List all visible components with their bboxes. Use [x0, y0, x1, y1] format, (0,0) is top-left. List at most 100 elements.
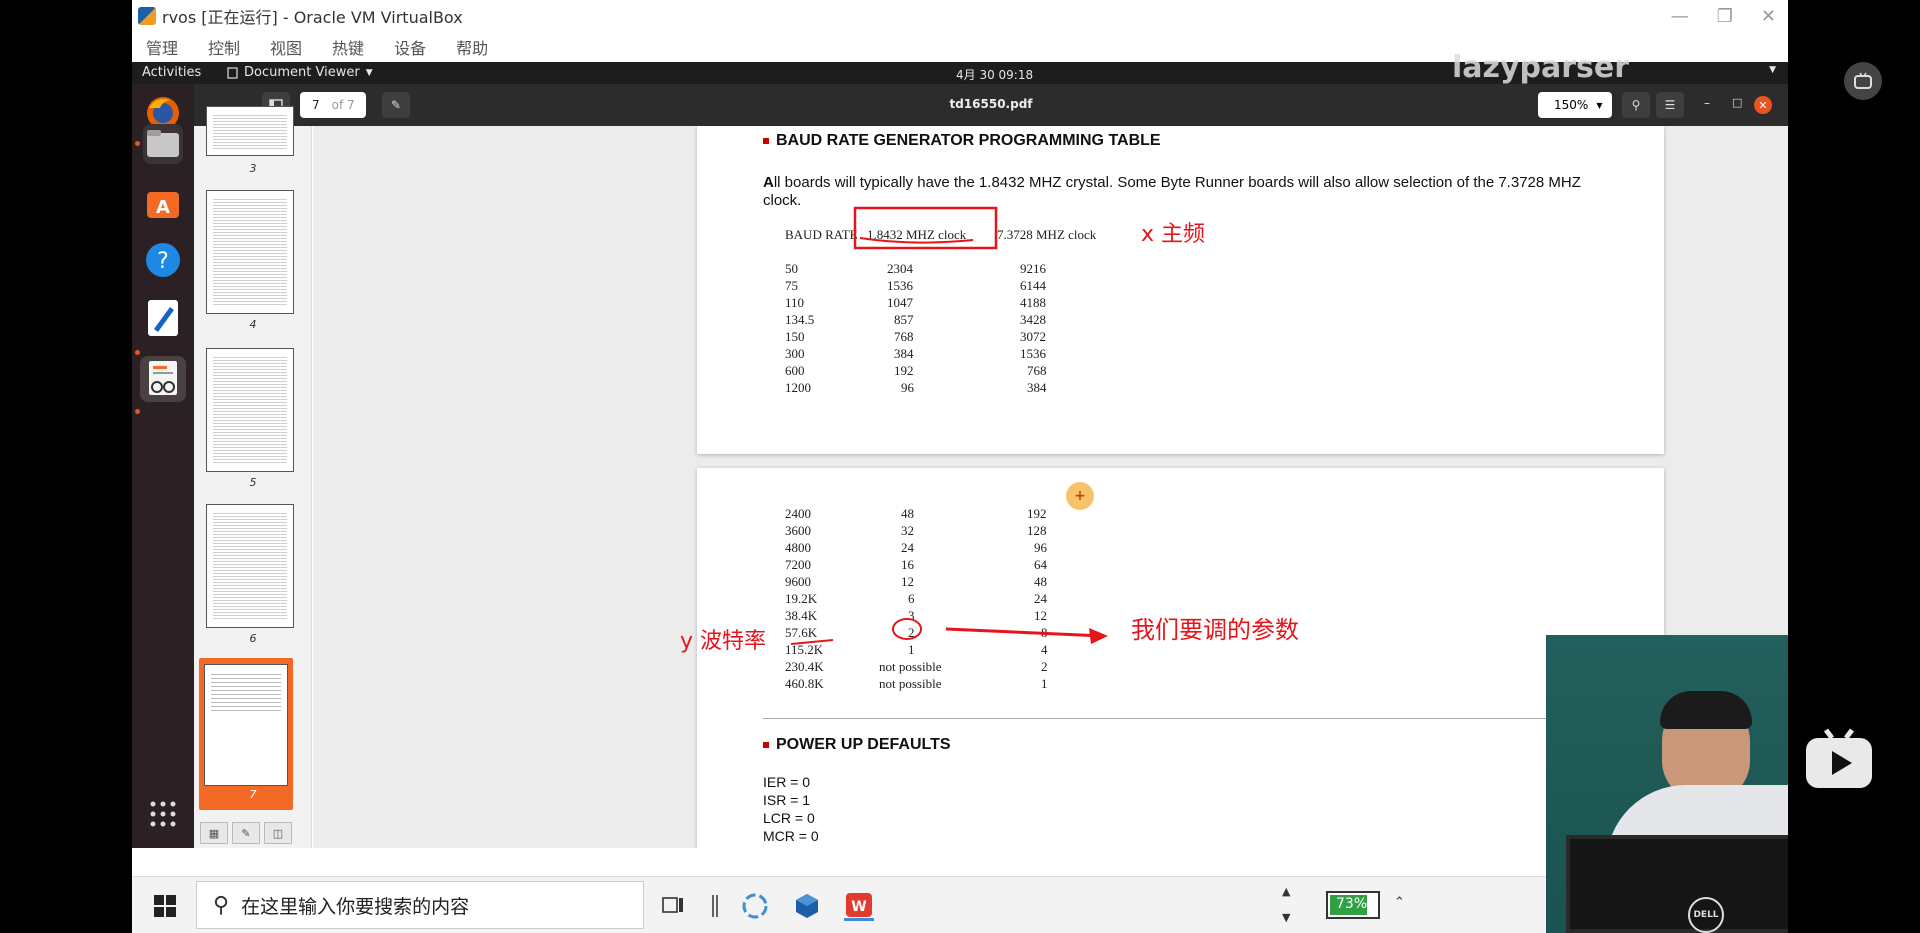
- minimize-icon[interactable]: —: [1671, 6, 1689, 27]
- files-icon[interactable]: [143, 124, 183, 164]
- table-cell: 1047: [887, 295, 913, 310]
- section-heading: BAUD RATE GENERATOR PROGRAMMING TABLE: [763, 132, 1161, 150]
- table-cell: 64: [1034, 557, 1047, 572]
- menu-item-control[interactable]: 控制: [208, 35, 240, 59]
- help-icon[interactable]: ?: [143, 240, 183, 280]
- default-line: LCR = 0: [763, 810, 815, 826]
- paragraph-text: ll boards will typically have the 1.8432…: [763, 174, 1581, 209]
- activities-button[interactable]: Activities: [142, 65, 201, 80]
- bilibili-play-icon[interactable]: [1804, 728, 1874, 790]
- app-menu[interactable]: Document Viewer ▼: [227, 65, 373, 80]
- table-cell: 12: [901, 574, 914, 589]
- wps-taskbar-icon[interactable]: W: [844, 891, 874, 921]
- table-cell: not possible: [879, 676, 942, 691]
- show-applications-icon[interactable]: [143, 794, 183, 834]
- menu-item-devices[interactable]: 设备: [394, 35, 426, 59]
- bullet-square: [763, 742, 769, 748]
- svg-text:W: W: [851, 899, 866, 915]
- document-viewer-dock-icon[interactable]: [140, 356, 186, 402]
- table-cell: 1: [908, 642, 915, 657]
- table-cell: 3072: [1020, 329, 1046, 344]
- menu-item-help[interactable]: 帮助: [456, 35, 488, 59]
- running-indicator: [135, 141, 140, 146]
- vbox-title-bar: rvos [正在运行] - Oracle VM VirtualBox — ❐ ✕: [132, 0, 1788, 32]
- battery-indicator[interactable]: 73%: [1326, 891, 1380, 919]
- window-close-icon[interactable]: ✕: [1754, 96, 1772, 114]
- restore-icon[interactable]: ❐: [1717, 6, 1733, 27]
- search-icon: ⚲: [213, 892, 230, 918]
- table-row: 3600 32 128: [785, 523, 1085, 540]
- bilibili-overlay-button[interactable]: [1844, 62, 1882, 100]
- webcam-video-overlay: DELL: [1546, 635, 1788, 933]
- window-maximize-icon[interactable]: □: [1732, 96, 1742, 109]
- table-cell: 110: [785, 295, 805, 310]
- app-swirl-icon[interactable]: [740, 891, 770, 921]
- section-heading-text: BAUD RATE GENERATOR PROGRAMMING TABLE: [776, 132, 1161, 149]
- page-thumbnail[interactable]: [206, 190, 294, 314]
- scroll-up-icon[interactable]: ▲: [1282, 885, 1290, 898]
- table-cell: 57.6K: [785, 625, 818, 640]
- taskbar-search-box[interactable]: ⚲ 在这里输入你要搜索的内容: [196, 881, 644, 929]
- page-thumbnail[interactable]: [206, 504, 294, 628]
- bullet-square: [763, 138, 769, 144]
- table-header-cell: 7.3728 MHZ clock: [997, 227, 1097, 242]
- table-header-row: BAUD RATE 1.8432 MHZ clock 7.3728 MHZ cl…: [785, 227, 1185, 244]
- table-row: 150 768 3072: [785, 329, 1085, 346]
- annotations-tab-icon[interactable]: ✎: [232, 822, 260, 844]
- table-cell: 12: [1034, 608, 1047, 623]
- table-cell: 48: [1034, 574, 1047, 589]
- text-editor-icon[interactable]: [143, 298, 183, 338]
- thumbnails-tab-icon[interactable]: ▦: [200, 822, 228, 844]
- task-view-icon[interactable]: [658, 891, 688, 921]
- zoom-select[interactable]: 150% ▼: [1538, 92, 1612, 118]
- table-row: 57.6K 2 8: [785, 625, 1085, 642]
- presenter-hair: [1660, 691, 1752, 729]
- search-icon[interactable]: ⚲: [1622, 92, 1650, 118]
- scroll-down-icon[interactable]: ▼: [1282, 911, 1290, 924]
- tray-chevron-icon[interactable]: ⌃: [1394, 895, 1405, 910]
- table-cell: 768: [894, 329, 914, 344]
- zoom-value: 150%: [1554, 98, 1589, 112]
- table-row: 600 192 768: [785, 363, 1085, 380]
- table-cell: 96: [1034, 540, 1047, 555]
- bookmarks-tab-icon[interactable]: ◫: [264, 822, 292, 844]
- hamburger-menu-icon[interactable]: ☰: [1656, 92, 1684, 118]
- add-note-button[interactable]: +: [1066, 482, 1094, 510]
- table-cell: 192: [894, 363, 914, 378]
- table-cell: 8: [1041, 625, 1048, 640]
- table-cell: 384: [1027, 380, 1047, 395]
- table-cell: 96: [901, 380, 914, 395]
- table-row: 115.2K 1 4: [785, 642, 1085, 659]
- player-side-panel: [1788, 0, 1920, 933]
- page-thumbnail[interactable]: [206, 348, 294, 472]
- table-cell: 50: [785, 261, 798, 276]
- window-minimize-icon[interactable]: –: [1704, 96, 1710, 110]
- table-row: 75 1536 6144: [785, 278, 1085, 295]
- system-menu-chevron-icon[interactable]: ▼: [1769, 65, 1776, 75]
- table-cell: 7200: [785, 557, 811, 572]
- virtualbox-taskbar-icon[interactable]: [792, 891, 822, 921]
- chevron-down-icon: ▼: [1596, 100, 1603, 110]
- system-clock[interactable]: 4月 30 09:18: [956, 66, 1033, 83]
- table-cell: 768: [1027, 363, 1047, 378]
- table-cell: 3: [908, 608, 915, 623]
- menu-item-view[interactable]: 视图: [270, 35, 302, 59]
- section-heading: POWER UP DEFAULTS: [763, 736, 951, 754]
- table-cell: 2: [908, 625, 915, 640]
- menu-item-hotkey[interactable]: 热键: [332, 35, 364, 59]
- menu-item-manage[interactable]: 管理: [146, 35, 178, 59]
- close-icon[interactable]: ✕: [1761, 6, 1776, 27]
- table-cell: 4800: [785, 540, 811, 555]
- thumbnail-label: 7: [249, 788, 257, 801]
- section-paragraph: All boards will typically have the 1.843…: [763, 174, 1593, 210]
- windows-start-icon[interactable]: [150, 891, 180, 921]
- table-row: 7200 16 64: [785, 557, 1085, 574]
- document-viewer-header: 7 of 7 ✎ td16550.pdf 150% ▼ ⚲ ☰ – □ ✕: [194, 84, 1788, 126]
- table-header-cell: 1.8432 MHZ clock: [867, 227, 967, 242]
- running-indicator: [135, 409, 140, 414]
- software-center-icon[interactable]: A: [143, 182, 183, 222]
- svg-text:?: ?: [157, 249, 169, 274]
- page-thumbnail[interactable]: [206, 106, 294, 156]
- running-indicator: [135, 350, 140, 355]
- page-thumbnail-active[interactable]: [204, 664, 288, 786]
